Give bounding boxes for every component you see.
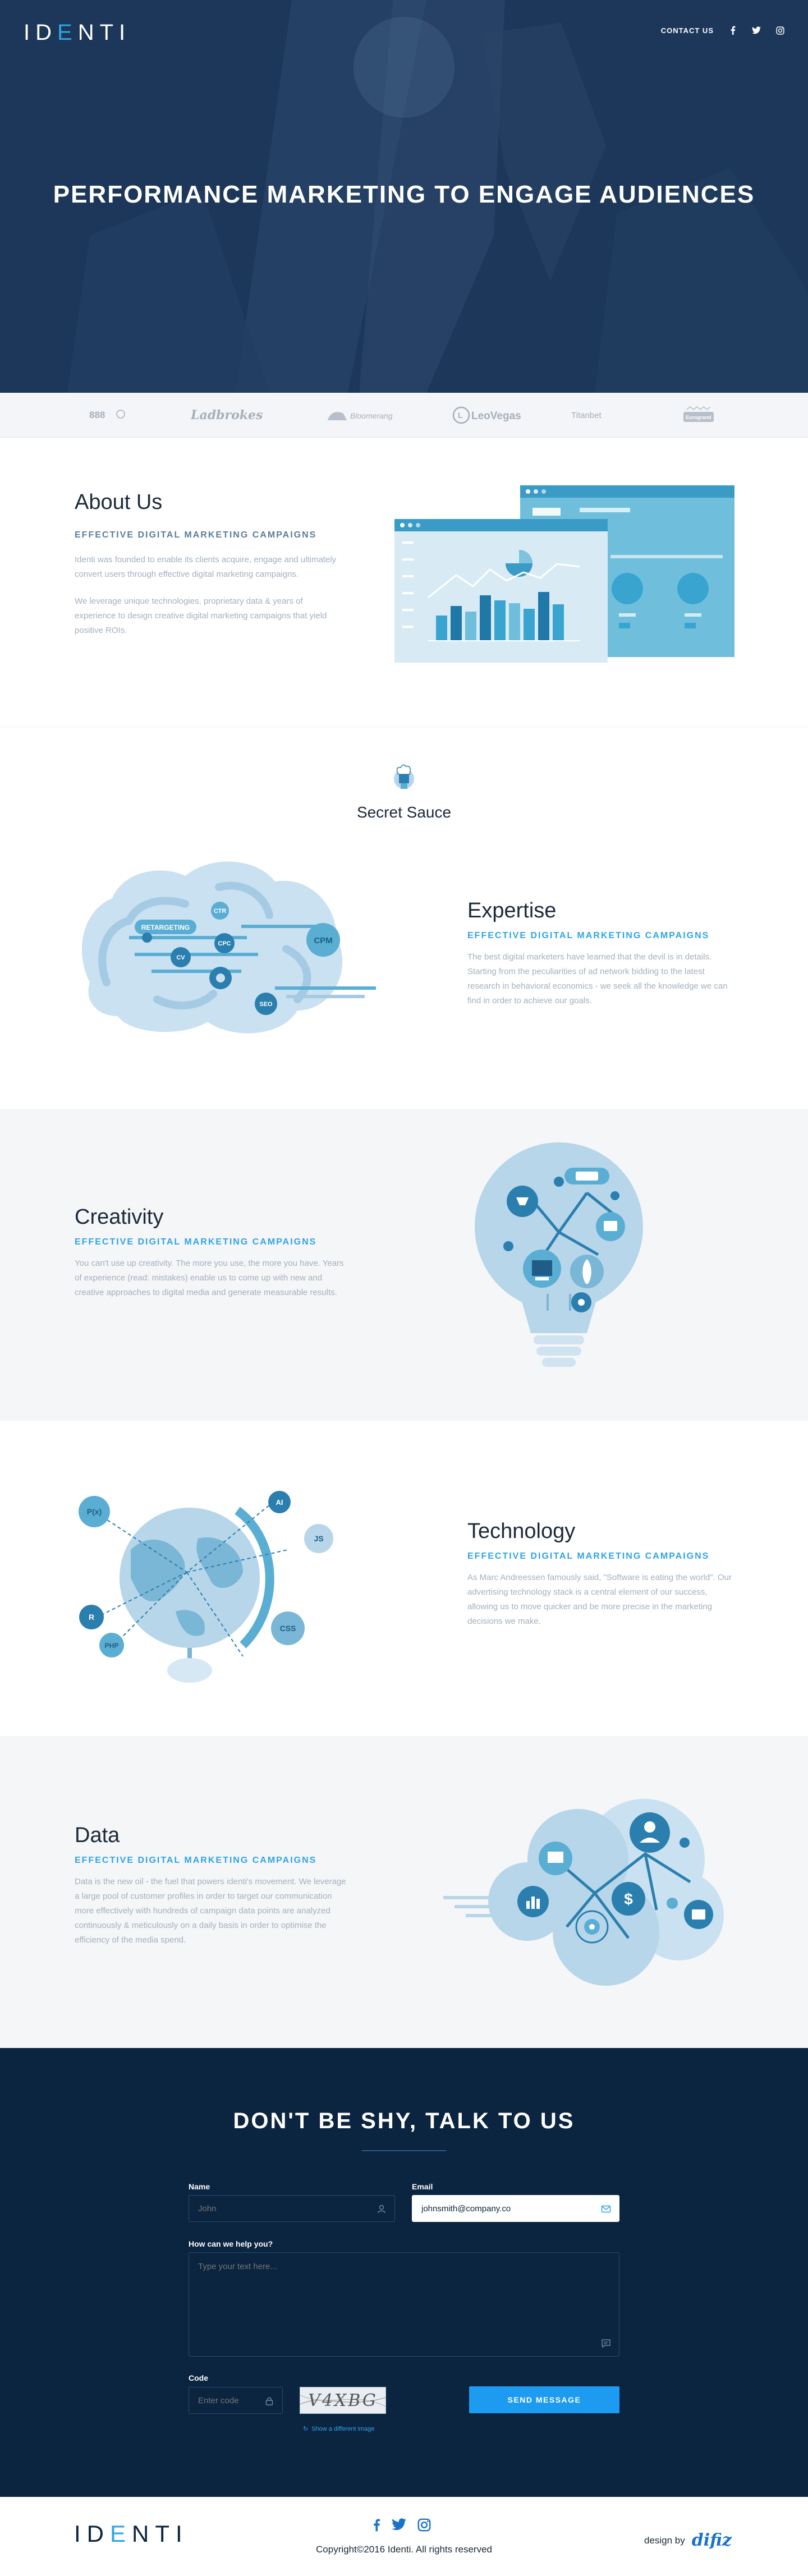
bubble-ctr: CTR — [214, 908, 227, 915]
technology-section: P(x) AI JS R CSS PHP Technology EFFECTIV… — [0, 1421, 808, 1736]
captcha-text: V4XBG — [308, 2390, 378, 2410]
client-logo: 888 — [84, 405, 129, 425]
lock-icon — [265, 2397, 273, 2405]
technology-title: Technology — [467, 1519, 576, 1543]
mail-icon — [601, 2205, 611, 2213]
show-different-image-link[interactable]: ↻ Show a different image — [303, 2425, 375, 2432]
designer-logo[interactable]: difiz — [692, 2531, 732, 2550]
expertise-subhead: EFFECTIVE DIGITAL MARKETING CAMPAIGNS — [467, 931, 710, 940]
code-label: Code — [189, 2373, 208, 2382]
hero-section: IDENTI CONTACT US PERFORMANCE MARKETING … — [0, 0, 808, 393]
data-section: Data EFFECTIVE DIGITAL MARKETING CAMPAIG… — [0, 1736, 808, 2048]
data-paragraph: Data is the new oil - the fuel that powe… — [75, 1877, 346, 1945]
captcha-image: V4XBG — [300, 2387, 386, 2414]
technology-paragraph: As Marc Andreessen famously said, "Softw… — [467, 1573, 732, 1626]
client-titanbet-text: Titanbet — [571, 411, 602, 420]
client-logo: Ladbrokes — [187, 405, 272, 425]
bubble-cpc: CPC — [218, 940, 231, 947]
svg-text:L: L — [458, 411, 463, 420]
lightbulb-illustration — [475, 1142, 643, 1367]
email-field[interactable] — [412, 2195, 619, 2222]
show-different-label: Show a different image — [311, 2426, 375, 2432]
bubble-php: PHP — [105, 1642, 119, 1650]
bubble-px: P(x) — [87, 1507, 102, 1516]
design-credit: design by difiz — [644, 2531, 732, 2550]
expertise-paragraph: The best digital marketers have learned … — [467, 952, 728, 1005]
facebook-icon[interactable] — [728, 26, 737, 35]
design-by-label: design by — [644, 2534, 685, 2546]
footer: IDENTI Copyright©2016 Identi. All rights… — [0, 2497, 808, 2576]
bubble-cpm: CPM — [314, 936, 332, 945]
client-bloomerang-text: Bloomerang — [350, 411, 393, 420]
data-subhead: EFFECTIVE DIGITAL MARKETING CAMPAIGNS — [75, 1856, 317, 1865]
client-logo: Bloomerang — [324, 405, 397, 425]
bubble-retargeting: RETARGETING — [141, 924, 190, 931]
about-paragraph-1: Identi was founded to enable its clients… — [75, 555, 337, 579]
globe-illustration: P(x) AI JS R CSS PHP — [79, 1491, 333, 1683]
chef-icon — [394, 764, 414, 789]
about-paragraph-2: We leverage unique technologies, proprie… — [75, 596, 327, 635]
message-textarea[interactable] — [189, 2253, 619, 2356]
client-ladbrokes-text: Ladbrokes — [190, 408, 263, 423]
contact-title-rule — [362, 2150, 446, 2151]
name-label: Name — [189, 2182, 210, 2191]
client-logo: L LeoVegas — [452, 405, 532, 425]
hero-title: PERFORMANCE MARKETING TO ENGAGE AUDIENCE… — [53, 181, 755, 208]
contact-title: DON'T BE SHY, TALK TO US — [233, 2109, 575, 2133]
client-leovegas-text: LeoVegas — [471, 410, 521, 422]
send-message-button[interactable]: SEND MESSAGE — [469, 2386, 619, 2413]
bubble-cv: CV — [176, 954, 185, 961]
top-nav: CONTACT US — [661, 26, 784, 35]
bubble-r: R — [89, 1613, 94, 1622]
code-field[interactable] — [189, 2387, 283, 2414]
user-icon — [378, 2205, 385, 2214]
email-input[interactable] — [412, 2196, 619, 2221]
secret-sauce-title: Secret Sauce — [356, 803, 452, 821]
nav-contact-us[interactable]: CONTACT US — [661, 26, 714, 35]
brain-illustration: RETARGETING CTR CV CPC CPM SEO — [81, 861, 376, 1034]
email-label: Email — [412, 2182, 433, 2191]
bubble-seo: SEO — [259, 1001, 273, 1008]
facebook-icon[interactable] — [373, 2518, 380, 2534]
instagram-icon[interactable] — [775, 26, 784, 35]
footer-social — [373, 2518, 431, 2534]
name-input[interactable] — [189, 2196, 394, 2221]
twitter-icon[interactable] — [752, 26, 761, 35]
client-logo: Eurogrand — [679, 405, 718, 425]
creativity-subhead: EFFECTIVE DIGITAL MARKETING CAMPAIGNS — [75, 1237, 317, 1247]
data-title: Data — [75, 1824, 120, 1847]
expertise-title: Expertise — [467, 899, 557, 922]
instagram-icon[interactable] — [417, 2518, 431, 2534]
bubble-css: CSS — [280, 1624, 296, 1633]
name-field[interactable] — [189, 2195, 395, 2222]
logo[interactable]: IDENTI — [24, 20, 131, 45]
client-888-text: 888 — [89, 410, 105, 420]
secret-sauce-section: Secret Sauce RETARGETING CTR CV CPC CPM … — [0, 727, 808, 1109]
about-section: About Us EFFECTIVE DIGITAL MARKETING CAM… — [0, 438, 808, 727]
message-field[interactable] — [189, 2252, 619, 2357]
message-label: How can we help you? — [189, 2239, 273, 2248]
client-eurogrand-text: Eurogrand — [686, 415, 711, 420]
about-title: About Us — [75, 490, 163, 514]
about-subhead: EFFECTIVE DIGITAL MARKETING CAMPAIGNS — [75, 530, 317, 540]
creativity-section: Creativity EFFECTIVE DIGITAL MARKETING C… — [0, 1109, 808, 1421]
refresh-icon: ↻ — [303, 2426, 309, 2432]
bubble-js: JS — [314, 1534, 323, 1543]
svg-text:$: $ — [624, 1890, 633, 1908]
technology-subhead: EFFECTIVE DIGITAL MARKETING CAMPAIGNS — [467, 1551, 710, 1561]
cloud-data-illustration: $ — [443, 1799, 724, 1986]
footer-logo[interactable]: IDENTI — [74, 2520, 189, 2547]
twitter-icon[interactable] — [392, 2518, 406, 2534]
client-logo: Titanbet — [569, 405, 614, 425]
creativity-paragraph: You can't use up creativity. The more yo… — [75, 1259, 344, 1297]
bubble-ai: AI — [276, 1498, 283, 1507]
comment-icon — [602, 2339, 610, 2348]
creativity-title: Creativity — [75, 1205, 164, 1229]
clients-strip: 888 Ladbrokes Bloomerang L LeoVegas Titan… — [0, 393, 808, 438]
dashboard-illustration — [394, 485, 734, 663]
